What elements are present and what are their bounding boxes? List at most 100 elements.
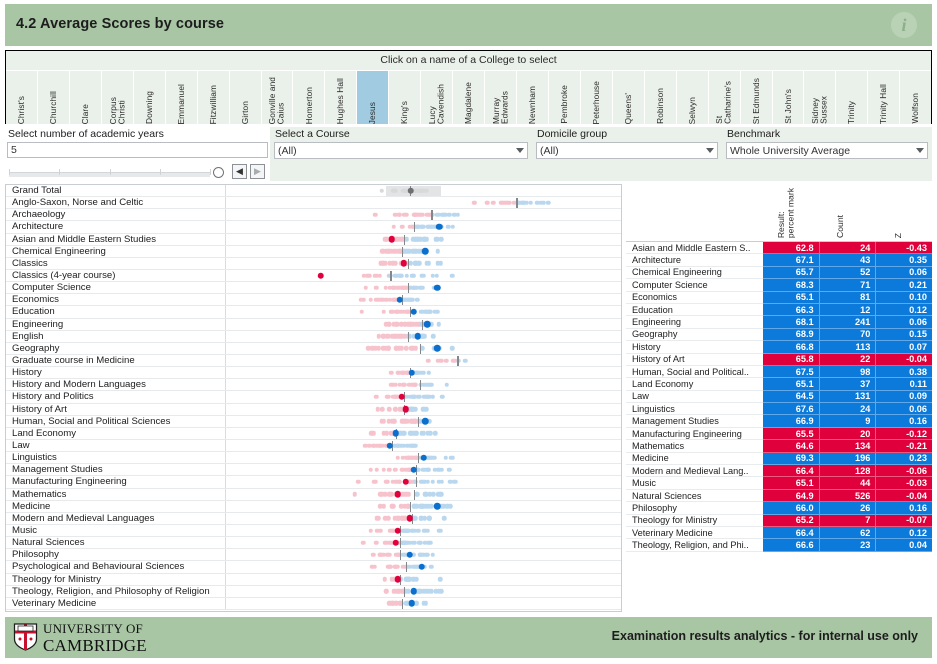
chart-dot[interactable]	[414, 504, 419, 509]
chart-dot[interactable]	[389, 504, 394, 509]
selected-college-dot[interactable]	[408, 600, 415, 607]
chart-dot[interactable]	[388, 565, 393, 570]
chart-dot[interactable]	[437, 322, 442, 327]
slider-prev-button[interactable]: ◀	[232, 164, 247, 179]
chart-dot[interactable]	[389, 370, 394, 375]
college-cell-clare[interactable]: Clare	[70, 71, 102, 124]
chart-dot[interactable]	[440, 480, 445, 485]
chart-dot[interactable]	[449, 455, 454, 460]
chart-dot[interactable]	[386, 419, 391, 424]
chart-dot[interactable]	[392, 225, 397, 230]
table-row[interactable]: Music65.144-0.03	[626, 477, 932, 489]
chart-dot[interactable]	[356, 480, 361, 485]
chart-dot[interactable]	[381, 249, 386, 254]
chart-row[interactable]: History of Art	[6, 404, 621, 416]
chart-dot[interactable]	[447, 468, 452, 473]
chart-dot[interactable]	[396, 310, 401, 315]
chart-dot[interactable]	[399, 334, 404, 339]
college-cell-fitzwilliam[interactable]: Fitzwilliam	[198, 71, 230, 124]
chart-dot[interactable]	[413, 213, 418, 218]
slider-knob[interactable]	[213, 167, 224, 178]
chart-dot[interactable]	[396, 516, 401, 521]
chart-dot[interactable]	[374, 298, 379, 303]
chart-dot[interactable]	[401, 553, 406, 558]
selected-college-dot[interactable]	[434, 503, 441, 510]
selected-college-dot[interactable]	[393, 539, 400, 546]
chart-row[interactable]: Archaeology	[6, 209, 621, 221]
selected-college-dot[interactable]	[399, 394, 406, 401]
chart-dot[interactable]	[528, 200, 533, 205]
chart-dot[interactable]	[431, 334, 436, 339]
chart-row[interactable]: Linguistics	[6, 452, 621, 464]
college-cell-murray-edwards[interactable]: Murray Edwards	[485, 71, 517, 124]
chart-dot[interactable]	[416, 237, 421, 242]
chart-dot[interactable]	[373, 480, 378, 485]
chart-dot[interactable]	[431, 553, 436, 558]
chart-dot[interactable]	[426, 383, 431, 388]
table-row[interactable]: Veterinary Medicine66.4620.12	[626, 527, 932, 539]
college-cell-magdalene[interactable]: Magdalene	[453, 71, 485, 124]
selected-college-dot[interactable]	[410, 309, 417, 316]
chart-row[interactable]: Geography	[6, 343, 621, 355]
chart-dot[interactable]	[416, 528, 421, 533]
chart-row[interactable]: Psychological and Behavioural Sciences	[6, 561, 621, 573]
college-cell-king-s[interactable]: King's	[389, 71, 421, 124]
chart-dot[interactable]	[414, 261, 419, 266]
chart-dot[interactable]	[404, 273, 409, 278]
chart-dot[interactable]	[453, 480, 458, 485]
domicile-dropdown[interactable]: (All)	[536, 142, 718, 159]
college-cell-selwyn[interactable]: Selwyn	[677, 71, 709, 124]
chart-dot[interactable]	[384, 322, 389, 327]
chart-dot[interactable]	[411, 431, 416, 436]
chart-dot[interactable]	[391, 188, 396, 193]
table-row[interactable]: History66.81130.07	[626, 341, 932, 353]
table-row[interactable]: Architecture67.1430.35	[626, 254, 932, 266]
table-row[interactable]: Law64.51310.09	[626, 391, 932, 403]
chart-dot[interactable]	[429, 565, 434, 570]
chart-dot[interactable]	[387, 407, 392, 412]
chart-dot[interactable]	[377, 334, 382, 339]
college-cell-lucy-cavendish[interactable]: Lucy Cavendish	[421, 71, 453, 124]
college-cell-downing[interactable]: Downing	[134, 71, 166, 124]
chart-dot[interactable]	[436, 589, 441, 594]
college-cell-pembroke[interactable]: Pembroke	[549, 71, 581, 124]
chart-dot[interactable]	[410, 273, 415, 278]
chart-dot[interactable]	[411, 577, 416, 582]
chart-dot[interactable]	[435, 358, 440, 363]
chart-dot[interactable]	[379, 419, 384, 424]
chart-dot[interactable]	[400, 225, 405, 230]
selected-college-dot[interactable]	[408, 187, 415, 194]
chart-dot[interactable]	[414, 601, 419, 606]
chart-row[interactable]: History	[6, 367, 621, 379]
chart-row[interactable]: Philosophy	[6, 549, 621, 561]
chart-dot[interactable]	[403, 322, 408, 327]
table-row[interactable]: Management Studies66.990.16	[626, 415, 932, 427]
selected-college-dot[interactable]	[424, 321, 431, 328]
selected-college-dot[interactable]	[389, 236, 396, 243]
chart-dot[interactable]	[404, 346, 409, 351]
chart-dot[interactable]	[423, 540, 428, 545]
chart-dot[interactable]	[404, 492, 409, 497]
chart-dot[interactable]	[401, 540, 406, 545]
college-cell-wolfson[interactable]: Wolfson	[900, 71, 931, 124]
chart-dot[interactable]	[376, 516, 381, 521]
chart-dot[interactable]	[369, 298, 374, 303]
chart-dot[interactable]	[396, 443, 401, 448]
chart-dot[interactable]	[418, 395, 423, 400]
chart-dot[interactable]	[436, 261, 441, 266]
chart-dot[interactable]	[387, 249, 392, 254]
chart-dot[interactable]	[401, 383, 406, 388]
chart-dot[interactable]	[369, 528, 374, 533]
selected-college-dot[interactable]	[410, 467, 417, 474]
table-row[interactable]: Computer Science68.3710.21	[626, 279, 932, 291]
chart-dot[interactable]	[450, 273, 455, 278]
chart-dot[interactable]	[365, 273, 370, 278]
chart-dot[interactable]	[358, 298, 363, 303]
chart-dot[interactable]	[485, 200, 490, 205]
chart-dot[interactable]	[394, 383, 399, 388]
chart-dot[interactable]	[417, 540, 422, 545]
chart-row[interactable]: Economics	[6, 294, 621, 306]
chart-dot[interactable]	[433, 431, 438, 436]
chart-dot[interactable]	[425, 468, 430, 473]
chart-dot[interactable]	[361, 540, 366, 545]
